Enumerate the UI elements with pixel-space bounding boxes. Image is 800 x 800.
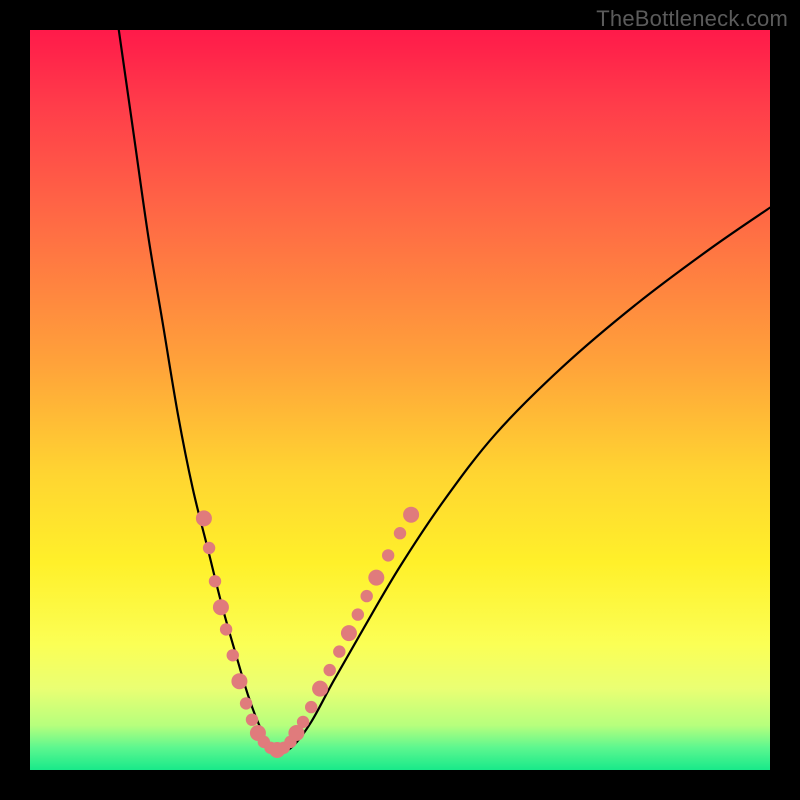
- sample-dot: [231, 673, 247, 689]
- chart-frame: TheBottleneck.com: [0, 0, 800, 800]
- sample-dot: [341, 625, 357, 641]
- sample-dot: [361, 590, 373, 602]
- sample-dot: [305, 701, 317, 713]
- sample-dot: [196, 510, 212, 526]
- sample-dot: [312, 681, 328, 697]
- plot-area: [30, 30, 770, 770]
- sample-dot: [246, 713, 258, 725]
- sample-dot: [368, 570, 384, 586]
- sample-dot: [352, 608, 364, 620]
- sample-dot: [382, 549, 394, 561]
- sample-dot: [333, 645, 345, 657]
- sample-dot: [324, 664, 336, 676]
- sample-dot: [394, 527, 406, 539]
- sample-dot: [203, 542, 215, 554]
- sample-dot: [297, 716, 309, 728]
- sample-dot: [240, 697, 252, 709]
- watermark-text: TheBottleneck.com: [596, 6, 788, 32]
- sample-dot: [220, 623, 232, 635]
- bottleneck-curve: [119, 30, 770, 751]
- sample-dot: [209, 575, 221, 587]
- sample-dots-group: [196, 507, 419, 758]
- sample-dot: [403, 507, 419, 523]
- sample-dot: [213, 599, 229, 615]
- sample-dot: [227, 649, 239, 661]
- chart-svg: [30, 30, 770, 770]
